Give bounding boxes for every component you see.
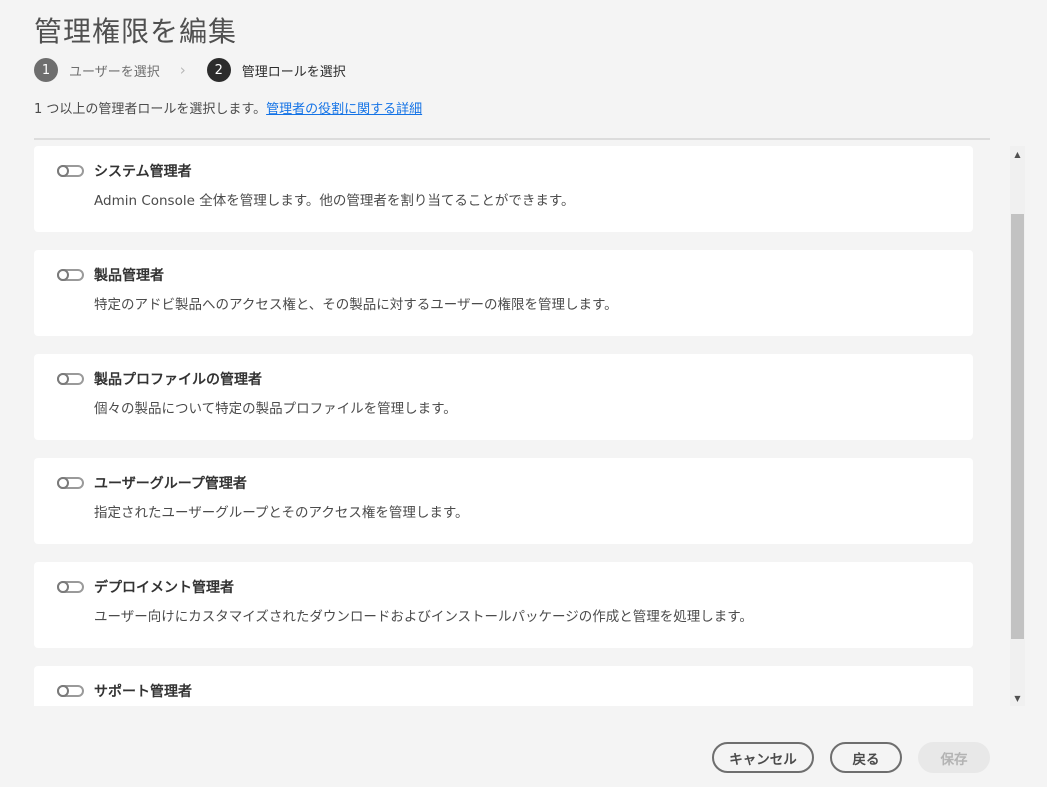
page-title: 管理権限を編集 bbox=[34, 15, 238, 48]
role-name: デプロイメント管理者 bbox=[94, 580, 234, 596]
scrollbar-thumb[interactable] bbox=[1011, 214, 1024, 639]
role-description: 特定のアドビ製品へのアクセス権と、その製品に対するユーザーの権限を管理します。 bbox=[94, 297, 618, 313]
instructions: 1 つ以上の管理者ロールを選択します。管理者の役割に関する詳細 bbox=[34, 98, 422, 117]
learn-more-link[interactable]: 管理者の役割に関する詳細 bbox=[266, 102, 422, 117]
role-card-support-admin: サポート管理者 bbox=[34, 666, 973, 706]
toggle-switch[interactable] bbox=[57, 477, 84, 489]
toggle-knob bbox=[57, 269, 69, 281]
step-1-label: ユーザーを選択 bbox=[69, 64, 160, 80]
back-button[interactable]: 戻る bbox=[830, 742, 902, 773]
toggle-switch[interactable] bbox=[57, 165, 84, 177]
edit-admin-rights-dialog: 管理権限を編集 1 ユーザーを選択 › 2 管理ロールを選択 1 つ以上の管理者… bbox=[0, 0, 1047, 787]
role-name: 製品プロファイルの管理者 bbox=[94, 372, 262, 388]
step-1-number: 1 bbox=[34, 58, 58, 82]
toggle-switch[interactable] bbox=[57, 269, 84, 281]
divider bbox=[34, 138, 990, 140]
scroll-up-arrow-icon[interactable]: ▲ bbox=[1010, 146, 1025, 162]
role-description: 個々の製品について特定の製品プロファイルを管理します。 bbox=[94, 401, 457, 417]
step-2-number: 2 bbox=[206, 58, 231, 82]
vertical-scrollbar[interactable]: ▲ ▼ bbox=[1010, 146, 1025, 706]
step-2-label: 管理ロールを選択 bbox=[241, 64, 346, 80]
cancel-button[interactable]: キャンセル bbox=[712, 742, 814, 773]
toggle-knob bbox=[57, 477, 69, 489]
stepper: 1 ユーザーを選択 › 2 管理ロールを選択 bbox=[34, 58, 346, 82]
toggle-switch[interactable] bbox=[57, 685, 84, 697]
role-card-deployment-admin: デプロイメント管理者 ユーザー向けにカスタマイズされたダウンロードおよびインスト… bbox=[34, 562, 973, 648]
chevron-right-icon: › bbox=[179, 61, 186, 79]
toggle-switch[interactable] bbox=[57, 581, 84, 593]
toggle-knob bbox=[57, 373, 69, 385]
toggle-knob bbox=[57, 581, 69, 593]
role-description: Admin Console 全体を管理します。他の管理者を割り当てることができま… bbox=[94, 193, 575, 209]
role-name: 製品管理者 bbox=[94, 268, 164, 284]
role-card-product-admin: 製品管理者 特定のアドビ製品へのアクセス権と、その製品に対するユーザーの権限を管… bbox=[34, 250, 973, 336]
instructions-text: 1 つ以上の管理者ロールを選択します。 bbox=[34, 102, 267, 117]
role-name: システム管理者 bbox=[94, 164, 192, 180]
role-name: サポート管理者 bbox=[94, 684, 192, 700]
toggle-knob bbox=[57, 165, 69, 177]
role-card-product-profile-admin: 製品プロファイルの管理者 個々の製品について特定の製品プロファイルを管理します。 bbox=[34, 354, 973, 440]
role-name: ユーザーグループ管理者 bbox=[94, 476, 247, 492]
role-list: システム管理者 Admin Console 全体を管理します。他の管理者を割り当… bbox=[34, 146, 973, 706]
role-description: ユーザー向けにカスタマイズされたダウンロードおよびインストールパッケージの作成と… bbox=[94, 609, 753, 625]
role-description: 指定されたユーザーグループとそのアクセス権を管理します。 bbox=[94, 505, 469, 521]
role-card-system-admin: システム管理者 Admin Console 全体を管理します。他の管理者を割り当… bbox=[34, 146, 973, 232]
toggle-knob bbox=[57, 685, 69, 697]
scroll-down-arrow-icon[interactable]: ▼ bbox=[1010, 690, 1025, 706]
save-button[interactable]: 保存 bbox=[918, 742, 990, 773]
role-card-user-group-admin: ユーザーグループ管理者 指定されたユーザーグループとそのアクセス権を管理します。 bbox=[34, 458, 973, 544]
toggle-switch[interactable] bbox=[57, 373, 84, 385]
